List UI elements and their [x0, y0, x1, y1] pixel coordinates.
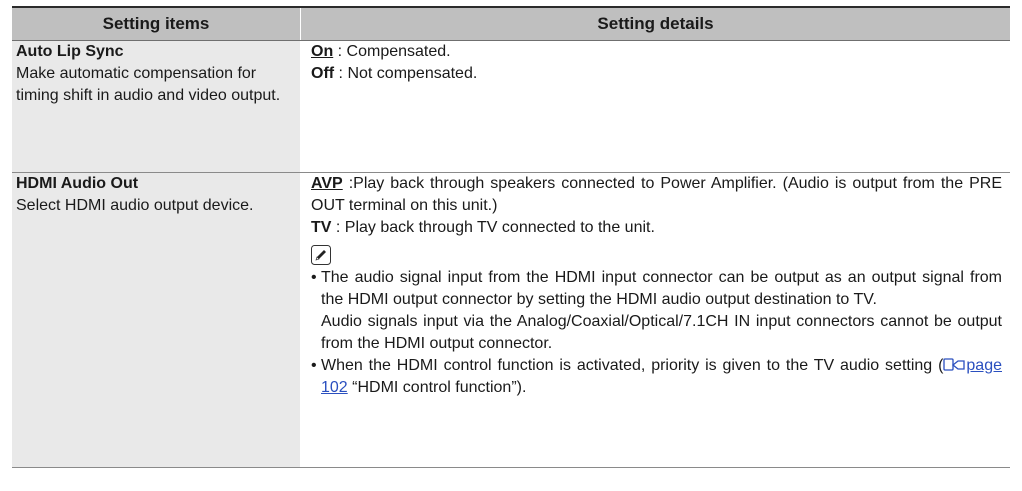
option-line: On : Compensated.	[311, 41, 1002, 63]
bullet-mark: •	[311, 357, 317, 374]
setting-description: Select HDMI audio output device.	[16, 197, 254, 214]
option-line: AVP :Play back through speakers connecte…	[311, 173, 1002, 217]
note-text: When the HDMI control function is activa…	[321, 357, 944, 374]
setting-description: Make automatic compensation for timing s…	[16, 65, 281, 104]
bullet-mark: •	[311, 269, 317, 286]
note-text: Audio signals input via the Analog/Coaxi…	[321, 313, 1002, 352]
setting-details-cell: On : Compensated. Off : Not compensated.	[300, 41, 1010, 172]
option-line: TV : Play back through TV connected to t…	[311, 217, 1002, 239]
page-reference-icon	[943, 358, 966, 371]
setting-item-cell: HDMI Audio Out Select HDMI audio output …	[12, 173, 300, 467]
option-text: :Play back through speakers connected to…	[311, 175, 1002, 214]
option-text: : Not compensated.	[334, 65, 478, 82]
setting-title: HDMI Audio Out	[16, 175, 139, 192]
option-line: Off : Not compensated.	[311, 63, 1002, 85]
table-row: HDMI Audio Out Select HDMI audio output …	[12, 173, 1010, 468]
pencil-icon	[311, 245, 331, 265]
note-item: • When the HDMI control function is acti…	[311, 355, 1002, 399]
note-text: “HDMI control function”).	[347, 379, 527, 396]
note-text: The audio signal input from the HDMI inp…	[321, 269, 1002, 308]
option-key: Off	[311, 65, 335, 82]
option-text: : Compensated.	[333, 43, 451, 60]
table-header: Setting items Setting details	[12, 8, 1010, 41]
table-row: Auto Lip Sync Make automatic compensatio…	[12, 41, 1010, 173]
option-text: : Play back through TV connected to the …	[331, 219, 655, 236]
setting-item-cell: Auto Lip Sync Make automatic compensatio…	[12, 41, 300, 172]
setting-title: Auto Lip Sync	[16, 43, 124, 60]
header-setting-details: Setting details	[300, 8, 1010, 40]
option-key-default: AVP	[311, 175, 343, 192]
option-key-default: On	[311, 43, 334, 60]
note-item: • The audio signal input from the HDMI i…	[311, 267, 1002, 355]
setting-details-cell: AVP :Play back through speakers connecte…	[300, 173, 1010, 467]
option-key: TV	[311, 219, 332, 236]
header-setting-items: Setting items	[102, 14, 210, 33]
settings-table: Setting items Setting details Auto Lip S…	[12, 6, 1010, 468]
